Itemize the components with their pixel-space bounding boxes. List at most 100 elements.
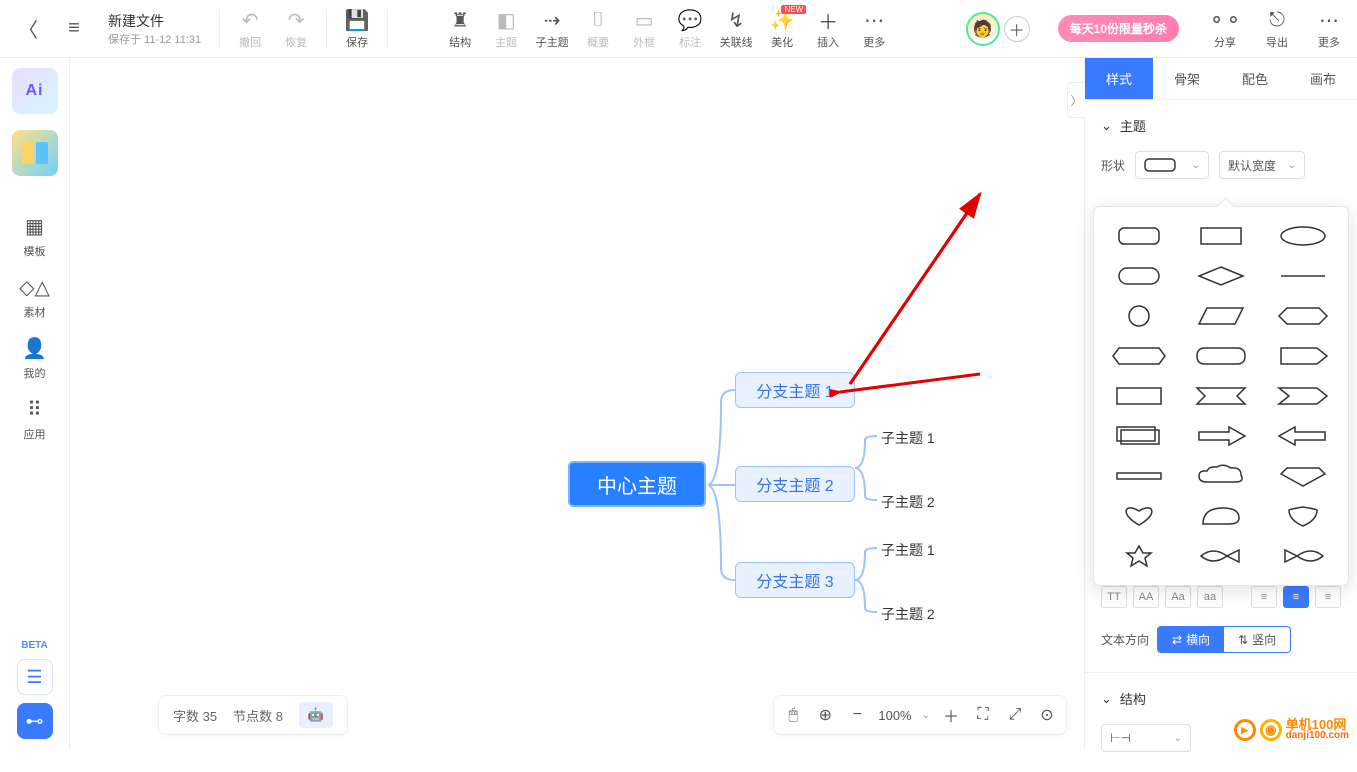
branch-node-1[interactable]: 分支主题 1: [735, 372, 855, 408]
shape-underline[interactable]: [1264, 259, 1342, 293]
more-tools-button[interactable]: ⋯更多: [852, 3, 896, 55]
tt-btn-4[interactable]: aa: [1197, 586, 1223, 608]
shape-parallelogram[interactable]: [1182, 299, 1260, 333]
insert-button[interactable]: ＋插入: [806, 3, 850, 55]
shape-cloud[interactable]: [1182, 459, 1260, 493]
boundary-button[interactable]: ▭外框: [622, 3, 666, 55]
structure-select[interactable]: ⊢⊣⌄: [1101, 724, 1191, 752]
zoom-out-button[interactable]: −: [846, 706, 868, 724]
tab-canvas[interactable]: 画布: [1289, 58, 1357, 99]
doc-title-block: 新建文件 保存于 11-12 11:31: [98, 11, 211, 47]
branch-node-3[interactable]: 分支主题 3: [735, 562, 855, 598]
zoom-in-button[interactable]: ＋: [940, 703, 962, 727]
redo-button[interactable]: ↷恢复: [274, 3, 318, 55]
undo-button[interactable]: ↶撤回: [228, 3, 272, 55]
align-center-button[interactable]: ≡: [1283, 586, 1309, 608]
chevron-down-icon: ⌄: [1101, 118, 1112, 134]
more-view-icon[interactable]: ⊙: [1036, 705, 1058, 725]
user-avatar[interactable]: 🧑: [966, 12, 1000, 46]
note-button[interactable]: 💬标注: [668, 3, 712, 55]
shape-ribbon[interactable]: [1182, 379, 1260, 413]
subtopic-button[interactable]: ⇢子主题: [530, 3, 574, 55]
shape-diamond[interactable]: [1182, 259, 1260, 293]
shape-ellipse[interactable]: [1264, 219, 1342, 253]
shape-leaf[interactable]: [1182, 499, 1260, 533]
tab-style[interactable]: 样式: [1085, 58, 1153, 99]
back-button[interactable]: 〈: [6, 3, 50, 55]
assets-item[interactable]: ◇△素材: [19, 275, 50, 320]
section-topic-header[interactable]: ⌄ 主题: [1101, 110, 1341, 141]
tt-btn-1[interactable]: TT: [1101, 586, 1127, 608]
shape-hexagon-wide[interactable]: [1100, 339, 1178, 373]
summary-button[interactable]: ⌷概要: [576, 3, 620, 55]
promo-pill[interactable]: 每天10份限量秒杀: [1058, 15, 1179, 42]
mindmap-view-button[interactable]: ⊷: [17, 703, 53, 739]
layout-card[interactable]: [12, 130, 58, 176]
align-left-button[interactable]: ≡: [1251, 586, 1277, 608]
shape-fish-right[interactable]: [1264, 539, 1342, 573]
assistant-icon[interactable]: 🤖: [299, 702, 333, 728]
add-collaborator-button[interactable]: ＋: [1004, 16, 1030, 42]
rightpanel-collapse-handle[interactable]: 〉: [1067, 82, 1085, 118]
more-button[interactable]: ⋯更多: [1307, 3, 1351, 55]
shape-fish-left[interactable]: [1182, 539, 1260, 573]
export-button[interactable]: ⎋导出: [1255, 3, 1299, 55]
shape-flag[interactable]: [1100, 379, 1178, 413]
shape-gem[interactable]: [1264, 459, 1342, 493]
text-direction-segment: ⇄ 横向 ⇅ 竖向: [1157, 626, 1291, 653]
structure-button[interactable]: ♜结构: [438, 3, 482, 55]
horizontal-button[interactable]: ⇄ 横向: [1158, 627, 1224, 652]
shape-hexagon[interactable]: [1264, 299, 1342, 333]
beta-badge: BETA: [21, 640, 47, 651]
section-structure-header[interactable]: ⌄ 结构: [1101, 683, 1341, 714]
shape-chevron-right[interactable]: [1264, 379, 1342, 413]
child-node-4[interactable]: 子主题 2: [881, 604, 935, 624]
fit-icon[interactable]: ⛶: [972, 706, 994, 724]
mine-item[interactable]: 👤我的: [22, 336, 47, 381]
fullscreen-icon[interactable]: ⤢: [1004, 706, 1026, 724]
child-node-3[interactable]: 子主题 1: [881, 540, 935, 560]
vertical-button[interactable]: ⇅ 竖向: [1224, 627, 1290, 652]
shape-capsule-hex[interactable]: [1182, 339, 1260, 373]
shape-circle[interactable]: [1100, 299, 1178, 333]
beautify-button[interactable]: ✨NEW美化: [760, 3, 804, 55]
shape-select[interactable]: ⌄: [1135, 151, 1209, 179]
child-node-2[interactable]: 子主题 2: [881, 492, 935, 512]
tab-colors[interactable]: 配色: [1221, 58, 1289, 99]
outline-view-button[interactable]: ☰: [17, 659, 53, 695]
zoom-value[interactable]: 100%: [878, 708, 911, 723]
shape-tag-right[interactable]: [1264, 339, 1342, 373]
width-select[interactable]: 默认宽度⌄: [1219, 151, 1305, 179]
shape-arrow-right[interactable]: [1182, 419, 1260, 453]
shape-star[interactable]: [1100, 539, 1178, 573]
share-button[interactable]: ⚬⚬分享: [1203, 3, 1247, 55]
child-node-1[interactable]: 子主题 1: [881, 428, 935, 448]
shape-pill[interactable]: [1100, 259, 1178, 293]
shape-shield[interactable]: [1264, 499, 1342, 533]
tt-btn-3[interactable]: Aa: [1165, 586, 1191, 608]
shape-arrow-left[interactable]: [1264, 419, 1342, 453]
apps-item[interactable]: ⠿应用: [24, 397, 46, 442]
doc-title[interactable]: 新建文件: [108, 11, 201, 31]
shape-thick-line[interactable]: [1100, 459, 1178, 493]
center-node[interactable]: 中心主题: [567, 460, 707, 508]
char-count: 字数 35: [173, 706, 217, 725]
shape-heart[interactable]: [1100, 499, 1178, 533]
chevron-down-icon: ⌄: [1101, 691, 1112, 707]
tab-skeleton[interactable]: 骨架: [1153, 58, 1221, 99]
theme-button[interactable]: ◧主题: [484, 3, 528, 55]
shape-double-rect[interactable]: [1100, 419, 1178, 453]
recenter-icon[interactable]: ⊕: [814, 705, 836, 725]
save-button[interactable]: 💾保存: [335, 3, 379, 55]
watermark: ▸ ◉ 单机100网 danji100.com: [1234, 718, 1349, 741]
shape-rounded-rect[interactable]: [1100, 219, 1178, 253]
templates-item[interactable]: ▦模板: [24, 214, 46, 259]
tt-btn-2[interactable]: AA: [1133, 586, 1159, 608]
shape-rect[interactable]: [1182, 219, 1260, 253]
branch-node-2[interactable]: 分支主题 2: [735, 466, 855, 502]
relation-button[interactable]: ↯关联线: [714, 3, 758, 55]
ai-card[interactable]: Ai: [12, 68, 58, 114]
mouse-mode-icon[interactable]: 🖱: [782, 706, 804, 724]
menu-button[interactable]: ≡: [52, 3, 96, 55]
align-right-button[interactable]: ≡: [1315, 586, 1341, 608]
